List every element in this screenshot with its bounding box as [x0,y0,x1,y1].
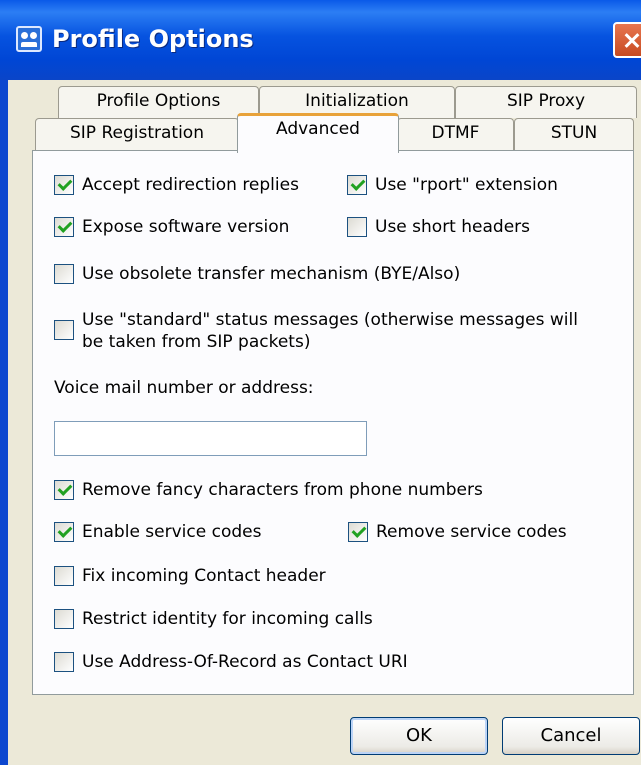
accept-redirection-label[interactable]: Accept redirection replies [82,175,299,195]
voicemail-label: Voice mail number or address: [54,378,314,398]
remove-fancy-label[interactable]: Remove fancy characters from phone numbe… [82,480,483,500]
fix-contact-label[interactable]: Fix incoming Contact header [82,566,326,586]
tab-sip-registration[interactable]: SIP Registration [35,118,239,150]
tab-advanced[interactable]: Advanced [237,113,399,153]
use-rport-label[interactable]: Use "rport" extension [375,175,558,195]
title-bar[interactable]: Profile Options [0,0,641,80]
expose-version-checkbox[interactable] [54,217,74,237]
restrict-identity-checkbox[interactable] [54,609,74,629]
tab-sip-proxy[interactable]: SIP Proxy [455,86,637,118]
use-rport-checkbox[interactable] [347,175,367,195]
profile-options-dialog: Profile Options Profile Options Initiali… [0,0,641,765]
short-headers-label[interactable]: Use short headers [375,217,530,237]
remove-service-codes-label[interactable]: Remove service codes [376,522,567,542]
aor-contact-label[interactable]: Use Address-Of-Record as Contact URI [82,652,408,672]
profile-icon [16,26,42,52]
accept-redirection-checkbox[interactable] [54,175,74,195]
ok-button[interactable]: OK [350,717,488,755]
close-icon[interactable] [613,22,641,58]
obsolete-transfer-checkbox[interactable] [54,264,74,284]
standard-status-label-line1[interactable]: Use "standard" status messages (otherwis… [82,310,578,330]
standard-status-label-line2[interactable]: be taken from SIP packets) [82,332,310,352]
remove-fancy-checkbox[interactable] [54,480,74,500]
aor-contact-checkbox[interactable] [54,652,74,672]
window-border-left [0,80,8,765]
cancel-button[interactable]: Cancel [502,717,640,755]
short-headers-checkbox[interactable] [347,217,367,237]
standard-status-checkbox[interactable] [54,320,74,340]
obsolete-transfer-label[interactable]: Use obsolete transfer mechanism (BYE/Als… [82,264,460,284]
window-title: Profile Options [52,25,254,53]
expose-version-label[interactable]: Expose software version [82,217,289,237]
remove-service-codes-checkbox[interactable] [348,522,368,542]
tab-dtmf[interactable]: DTMF [397,118,514,150]
restrict-identity-label[interactable]: Restrict identity for incoming calls [82,609,373,629]
tab-stun[interactable]: STUN [514,118,634,150]
voicemail-input[interactable] [54,421,367,456]
tab-profile-options[interactable]: Profile Options [58,86,259,118]
enable-service-codes-checkbox[interactable] [54,522,74,542]
enable-service-codes-label[interactable]: Enable service codes [82,522,261,542]
fix-contact-checkbox[interactable] [54,566,74,586]
